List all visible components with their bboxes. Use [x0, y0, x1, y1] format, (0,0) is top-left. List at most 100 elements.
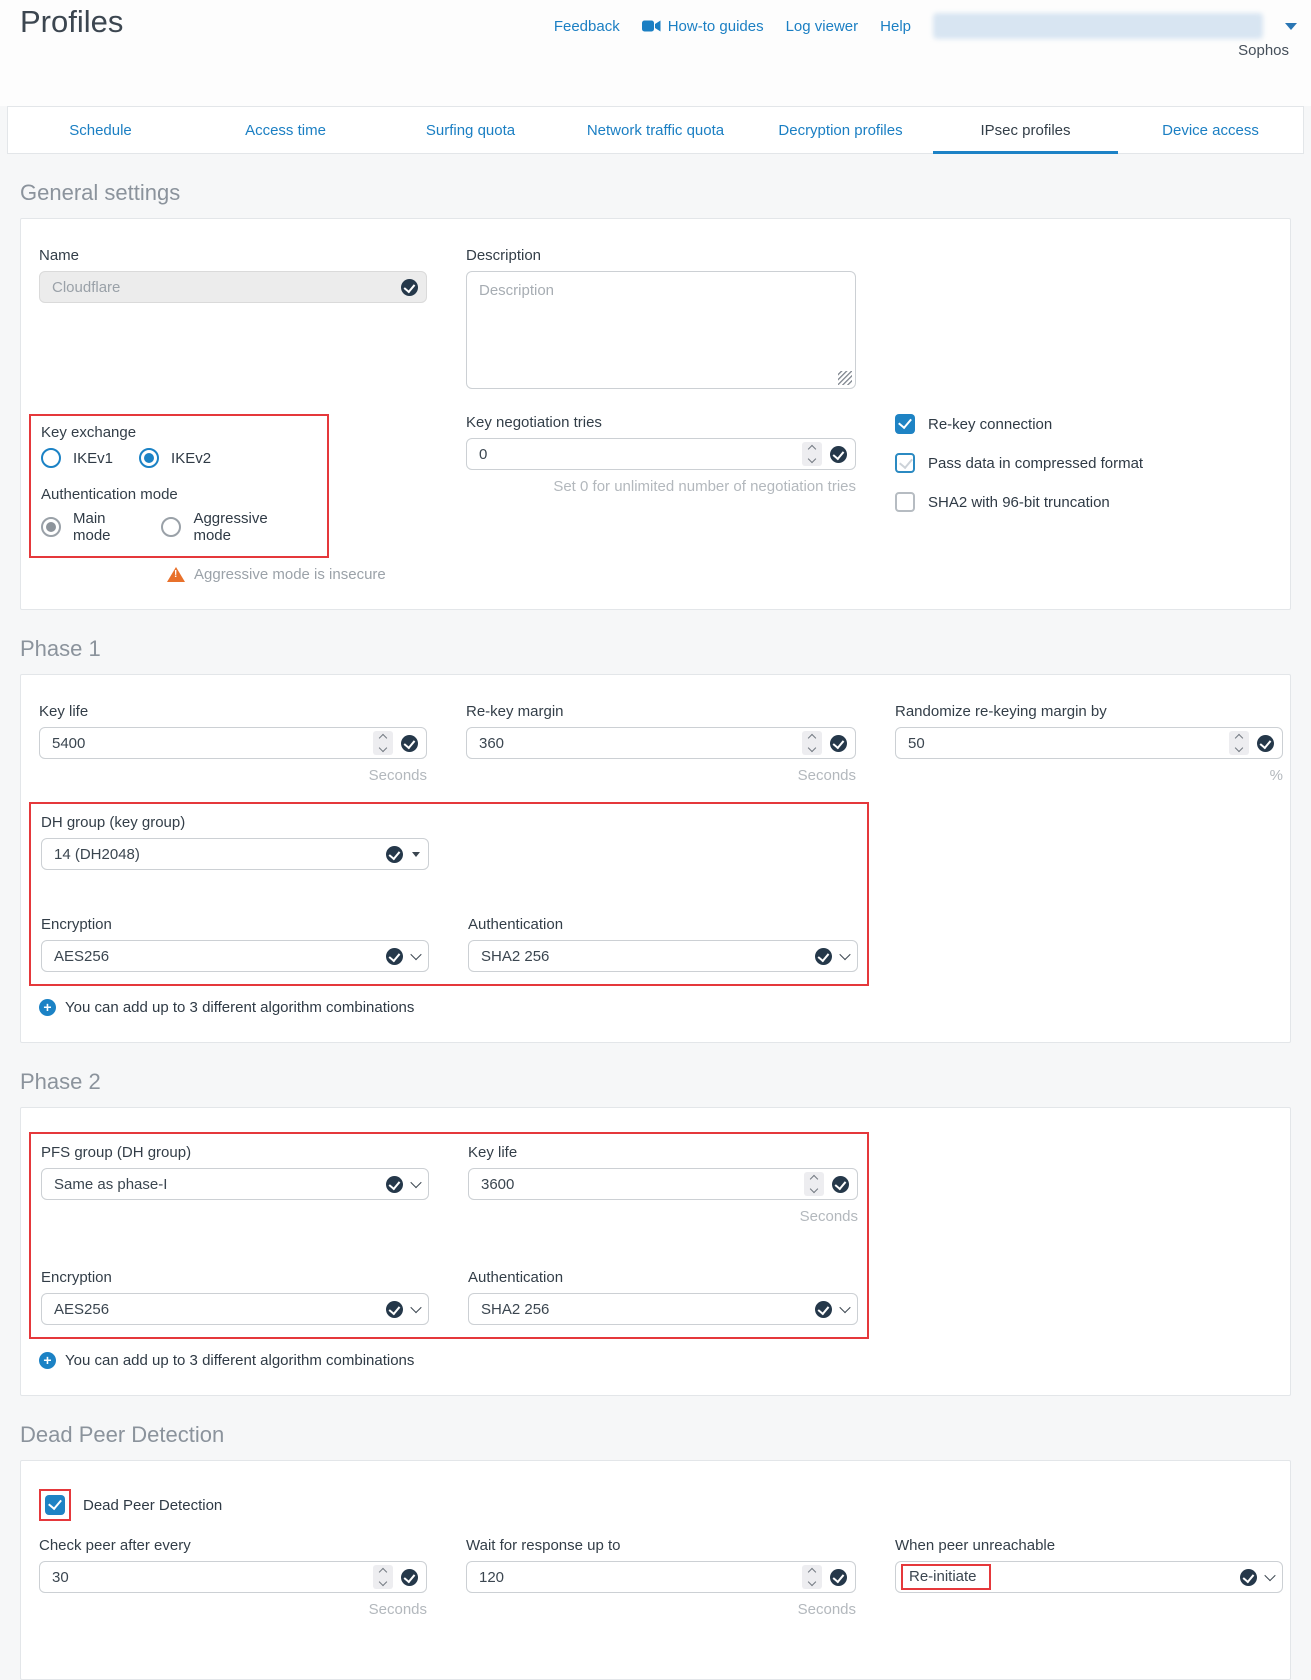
dh-group-label: DH group (key group)	[41, 814, 429, 831]
radio-ikev1-label: IKEv1	[73, 450, 113, 467]
wait-response-label: Wait for response up to	[466, 1537, 856, 1554]
p2-authentication-select[interactable]: SHA2 256	[468, 1293, 858, 1325]
howto-guides-link[interactable]: How-to guides	[642, 18, 764, 35]
rekey-margin-field[interactable]	[466, 727, 856, 759]
p2-key-life-field[interactable]	[468, 1168, 858, 1200]
p1-key-life-input[interactable]	[52, 735, 373, 752]
video-camera-icon	[642, 20, 661, 32]
valid-check-icon	[832, 1176, 849, 1193]
reinitiate-annotation-box: Re-initiate	[901, 1564, 991, 1590]
valid-check-icon	[386, 948, 403, 965]
phase1-algorithms-annotation-box: DH group (key group) 14 (DH2048) Encrypt…	[29, 802, 869, 986]
valid-check-icon	[401, 1569, 418, 1586]
randomize-margin-label: Randomize re-keying margin by	[895, 703, 1283, 720]
when-unreachable-select[interactable]: Re-initiate	[895, 1561, 1283, 1593]
stepper-control[interactable]	[802, 731, 822, 755]
rekey-connection-checkbox[interactable]	[895, 414, 915, 434]
account-menu[interactable]	[933, 13, 1263, 39]
resize-grip-icon[interactable]	[838, 371, 852, 385]
tab-access-time[interactable]: Access time	[193, 107, 378, 153]
tab-bar: Schedule Access time Surfing quota Netwo…	[7, 106, 1304, 154]
valid-check-icon	[386, 1176, 403, 1193]
check-peer-label: Check peer after every	[39, 1537, 427, 1554]
randomize-margin-input[interactable]	[908, 735, 1229, 752]
log-viewer-link[interactable]: Log viewer	[786, 18, 859, 35]
stepper-control[interactable]	[802, 1565, 822, 1589]
dpd-heading: Dead Peer Detection	[20, 1422, 1311, 1448]
add-combination-icon[interactable]	[39, 999, 56, 1016]
tab-device-access[interactable]: Device access	[1118, 107, 1303, 153]
check-peer-unit: Seconds	[39, 1601, 427, 1618]
wait-response-field[interactable]	[466, 1561, 856, 1593]
p1-authentication-select[interactable]: SHA2 256	[468, 940, 858, 972]
p2-encryption-select[interactable]: AES256	[41, 1293, 429, 1325]
chevron-down-icon	[410, 1302, 421, 1313]
stepper-control[interactable]	[802, 442, 822, 466]
feedback-link[interactable]: Feedback	[554, 18, 620, 35]
general-settings-card: Name Description Key exchange IKEv1	[20, 218, 1291, 610]
tab-surfing-quota[interactable]: Surfing quota	[378, 107, 563, 153]
valid-check-icon	[815, 1301, 832, 1318]
stepper-control[interactable]	[1229, 731, 1249, 755]
key-negotiation-input[interactable]	[479, 446, 802, 463]
p1-authentication-label: Authentication	[468, 916, 858, 933]
pfs-group-label: PFS group (DH group)	[41, 1144, 429, 1161]
warning-icon	[167, 567, 185, 582]
chevron-down-icon[interactable]	[1285, 23, 1297, 30]
key-negotiation-field[interactable]	[466, 438, 856, 470]
description-input[interactable]	[466, 271, 856, 389]
tab-decryption-profiles[interactable]: Decryption profiles	[748, 107, 933, 153]
stepper-control[interactable]	[373, 1565, 393, 1589]
aggressive-mode-warning: Aggressive mode is insecure	[194, 566, 386, 583]
dpd-enable-checkbox[interactable]	[45, 1495, 65, 1515]
rekey-margin-input[interactable]	[479, 735, 802, 752]
radio-ikev2[interactable]	[139, 448, 159, 468]
name-label: Name	[39, 247, 427, 264]
compressed-format-checkbox[interactable]	[895, 453, 915, 473]
randomize-margin-unit: %	[895, 767, 1283, 784]
valid-check-icon	[1257, 735, 1274, 752]
description-label: Description	[466, 247, 856, 264]
valid-check-icon	[1240, 1569, 1257, 1586]
phase2-heading: Phase 2	[20, 1069, 1311, 1095]
radio-ikev1[interactable]	[41, 448, 61, 468]
tab-ipsec-profiles[interactable]: IPsec profiles	[933, 107, 1118, 153]
randomize-margin-field[interactable]	[895, 727, 1283, 759]
check-peer-input[interactable]	[52, 1569, 373, 1586]
p1-encryption-select[interactable]: AES256	[41, 940, 429, 972]
key-negotiation-helper: Set 0 for unlimited number of negotiatio…	[466, 478, 856, 495]
add-combination-icon[interactable]	[39, 1352, 56, 1369]
wait-response-unit: Seconds	[466, 1601, 856, 1618]
key-exchange-annotation-box: Key exchange IKEv1 IKEv2 Authentication …	[29, 414, 329, 558]
dh-group-select[interactable]: 14 (DH2048)	[41, 838, 429, 870]
chevron-down-icon	[839, 949, 850, 960]
chevron-down-icon	[1264, 1570, 1275, 1581]
p1-key-life-unit: Seconds	[39, 767, 427, 784]
p2-key-life-label: Key life	[468, 1144, 858, 1161]
when-unreachable-label: When peer unreachable	[895, 1537, 1283, 1554]
sha2-truncation-checkbox[interactable]	[895, 492, 915, 512]
tab-schedule[interactable]: Schedule	[8, 107, 193, 153]
p1-key-life-field[interactable]	[39, 727, 427, 759]
radio-ikev2-label: IKEv2	[171, 450, 211, 467]
name-field[interactable]	[39, 271, 427, 303]
stepper-control[interactable]	[373, 731, 393, 755]
wait-response-input[interactable]	[479, 1569, 802, 1586]
pfs-group-select[interactable]: Same as phase-I	[41, 1168, 429, 1200]
tab-network-traffic-quota[interactable]: Network traffic quota	[563, 107, 748, 153]
header-links: Feedback How-to guides Log viewer Help	[554, 13, 1297, 39]
radio-aggressive-mode[interactable]	[161, 517, 181, 537]
help-link[interactable]: Help	[880, 18, 911, 35]
valid-check-icon	[401, 735, 418, 752]
key-exchange-label: Key exchange	[41, 424, 317, 441]
p2-key-life-input[interactable]	[481, 1176, 804, 1193]
chevron-down-icon	[839, 1302, 850, 1313]
check-peer-field[interactable]	[39, 1561, 427, 1593]
stepper-control[interactable]	[804, 1172, 824, 1196]
radio-main-mode[interactable]	[41, 517, 61, 537]
dpd-checkbox-annotation-box	[39, 1489, 71, 1521]
rekey-margin-label: Re-key margin	[466, 703, 856, 720]
p2-add-note: You can add up to 3 different algorithm …	[65, 1352, 414, 1369]
compressed-format-label: Pass data in compressed format	[928, 455, 1143, 472]
name-input[interactable]	[52, 279, 401, 296]
